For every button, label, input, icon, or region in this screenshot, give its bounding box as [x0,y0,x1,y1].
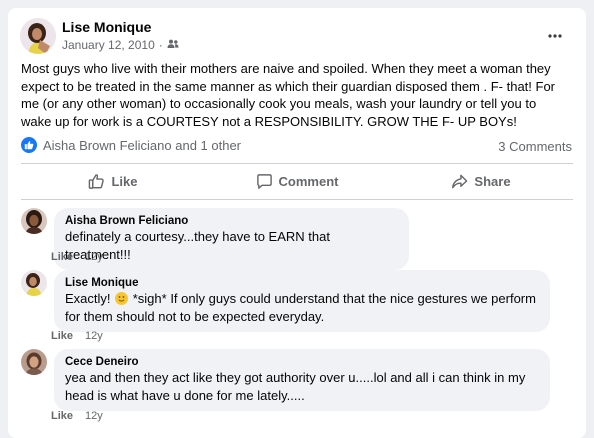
comment-actions: Like 12y [51,410,103,422]
post-actions-bar: Like Comment Share [21,168,573,194]
comment-like-button[interactable]: Like [51,410,73,422]
smiley-emoji-icon: 🙂 [115,292,129,305]
reactions-text: Aisha Brown Feliciano and 1 other [43,137,242,153]
post-author-name[interactable]: Lise Monique [62,19,151,35]
author-avatar[interactable] [20,18,56,54]
post-date[interactable]: January 12, 2010 [62,38,155,52]
comment-bubble: Cece Deneiro yea and then they act like … [54,349,550,411]
comment-text: Exactly! 🙂 *sigh* If only guys could und… [65,290,539,325]
like-button[interactable]: Like [21,168,205,194]
more-icon [548,34,562,38]
commenter-name[interactable]: Cece Deneiro [65,355,539,369]
actions-bottom-divider [21,199,573,200]
comment-button[interactable]: Comment [205,168,389,194]
actions-top-divider [21,163,573,164]
like-reaction-icon [21,137,37,153]
comment-like-button[interactable]: Like [51,251,73,263]
share-icon [452,174,468,188]
comments-count[interactable]: 3 Comments [498,139,572,154]
commenter-avatar[interactable] [21,208,47,234]
more-options-button[interactable] [548,25,562,41]
thumbs-up-icon [89,173,105,189]
commenter-name[interactable]: Aisha Brown Feliciano [65,214,398,228]
comment-text-end: *sigh* If only guys could understand tha… [65,291,536,324]
comment-age[interactable]: 12y [85,410,103,422]
comment-age[interactable]: 12y [85,330,103,342]
commenter-name[interactable]: Lise Monique [65,276,539,290]
comment-bubble: Lise Monique Exactly! 🙂 *sigh* If only g… [54,270,550,332]
post-meta: January 12, 2010 · [62,38,179,52]
comment-bubble: Aisha Brown Feliciano definately a court… [54,208,409,270]
friends-icon [167,38,179,52]
meta-separator: · [158,38,163,52]
comment-actions: Like 12y [51,330,103,342]
reactions-summary[interactable]: Aisha Brown Feliciano and 1 other [21,137,241,153]
post-body: Most guys who live with their mothers ar… [21,61,556,129]
comment-text: yea and then they act like they got auth… [65,370,526,403]
commenter-avatar[interactable] [21,349,47,375]
share-button[interactable]: Share [389,168,573,194]
comment-text-start: Exactly! [65,291,115,306]
comment-text: definately a courtesy...they have to EAR… [65,229,330,262]
comment-like-button[interactable]: Like [51,330,73,342]
share-button-label: Share [474,173,511,189]
comment-icon [256,173,272,189]
like-button-label: Like [111,173,138,189]
comment-actions: Like 12y [51,251,103,263]
comment-button-label: Comment [278,173,339,189]
comment-age[interactable]: 12y [85,251,103,263]
post-card: Lise Monique January 12, 2010 · Most guy… [8,8,586,438]
commenter-avatar[interactable] [21,270,47,296]
